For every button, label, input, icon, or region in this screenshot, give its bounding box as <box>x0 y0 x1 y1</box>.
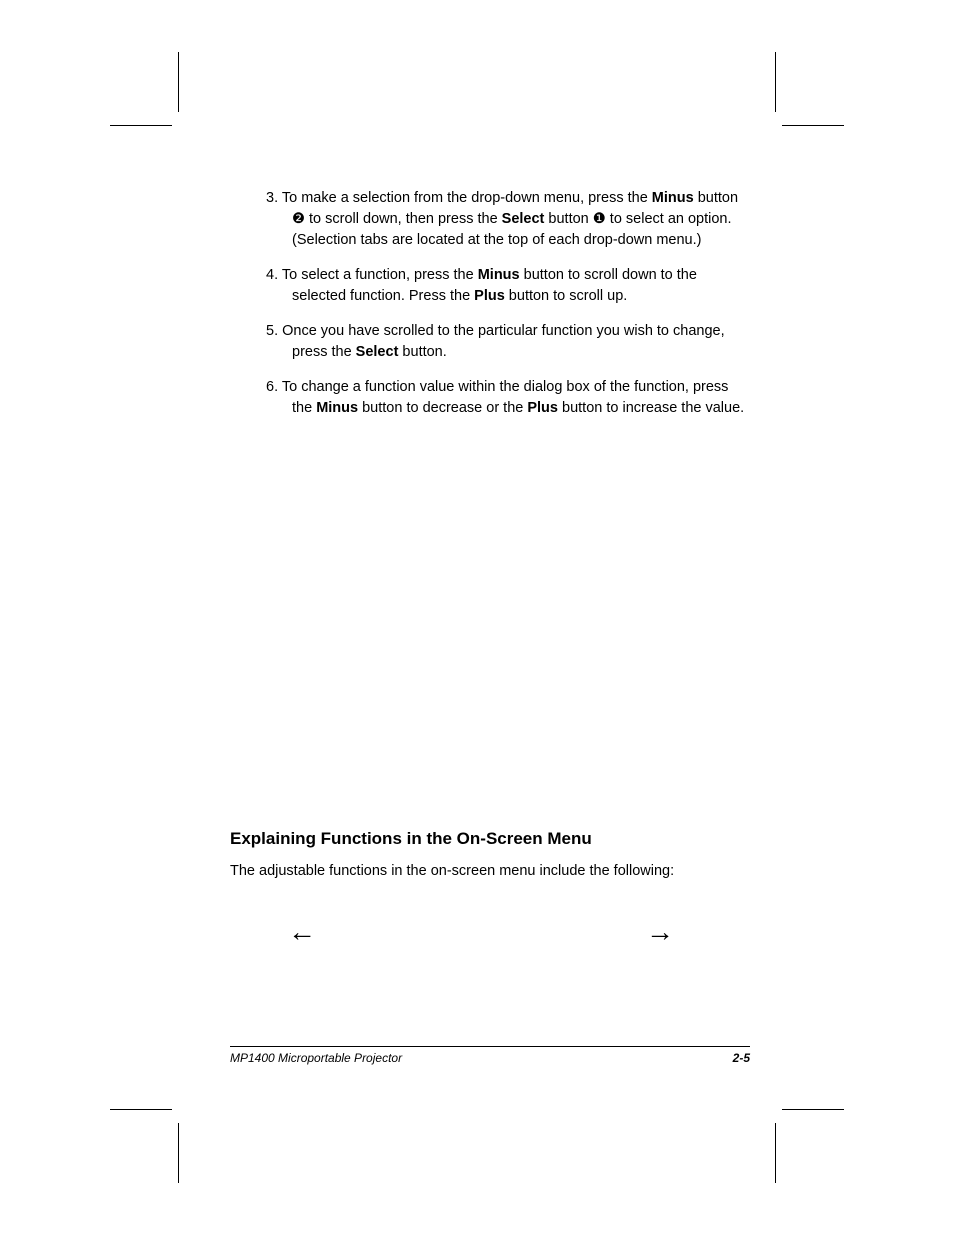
bold-minus: Minus <box>652 190 694 206</box>
step-text: 5. Once you have scrolled to the particu… <box>266 323 725 360</box>
crop-mark <box>782 125 844 126</box>
bold-minus: Minus <box>316 400 358 416</box>
section-intro-text: The adjustable functions in the on-scree… <box>230 861 750 882</box>
section-heading: Explaining Functions in the On-Screen Me… <box>230 829 750 849</box>
step-text: to scroll down, then press the <box>305 211 502 227</box>
page-number: 2-5 <box>733 1051 750 1065</box>
step-text: 4. To select a function, press the <box>266 267 478 283</box>
arrow-symbols-row: ← → <box>230 916 750 948</box>
crop-mark <box>775 1123 776 1183</box>
instruction-list: 3. To make a selection from the drop-dow… <box>230 188 750 419</box>
step-text: button <box>544 211 592 227</box>
circled-1-icon: ❶ <box>593 211 606 227</box>
circled-2-icon: ❷ <box>292 211 305 227</box>
footer-rule <box>230 1046 750 1047</box>
footer-title: MP1400 Microportable Projector <box>230 1051 402 1065</box>
step-3: 3. To make a selection from the drop-dow… <box>230 188 750 251</box>
crop-mark <box>775 52 776 112</box>
document-page: 3. To make a selection from the drop-dow… <box>0 0 954 1235</box>
step-text: button to scroll up. <box>505 288 628 304</box>
step-6: 6. To change a function value within the… <box>230 377 750 419</box>
page-footer: MP1400 Microportable Projector 2-5 <box>230 1046 750 1065</box>
crop-mark <box>110 125 172 126</box>
step-text: 3. To make a selection from the drop-dow… <box>266 190 652 206</box>
crop-mark <box>782 1109 844 1110</box>
step-text: button to decrease or the <box>358 400 527 416</box>
bold-plus: Plus <box>527 400 558 416</box>
step-4: 4. To select a function, press the Minus… <box>230 265 750 307</box>
crop-mark <box>110 1109 172 1110</box>
bold-plus: Plus <box>474 288 505 304</box>
step-text: button. <box>398 344 446 360</box>
arrow-right-icon: → <box>646 916 674 948</box>
page-content: 3. To make a selection from the drop-dow… <box>230 188 750 948</box>
crop-mark <box>178 52 179 112</box>
step-text: button to increase the value. <box>558 400 744 416</box>
bold-select: Select <box>356 344 399 360</box>
footer-row: MP1400 Microportable Projector 2-5 <box>230 1051 750 1065</box>
step-text: button <box>694 190 738 206</box>
crop-mark <box>178 1123 179 1183</box>
step-5: 5. Once you have scrolled to the particu… <box>230 321 750 363</box>
bold-select: Select <box>502 211 545 227</box>
arrow-left-icon: ← <box>288 916 316 948</box>
bold-minus: Minus <box>478 267 520 283</box>
